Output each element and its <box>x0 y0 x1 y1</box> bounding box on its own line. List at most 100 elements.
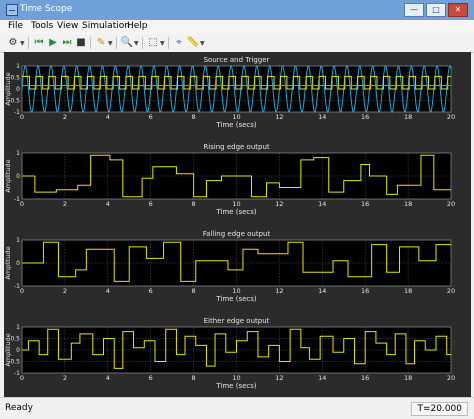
x-tick-label: 6 <box>149 113 153 121</box>
minimize-button[interactable]: — <box>404 3 424 17</box>
measure-icon[interactable]: 📏 <box>186 36 200 50</box>
menu-bar: File Tools View Simulation Help <box>0 20 474 34</box>
x-tick-label: 8 <box>192 200 196 208</box>
x-tick-label: 20 <box>447 374 455 382</box>
toolbar-separator <box>90 37 91 49</box>
x-tick-label: 6 <box>149 287 153 295</box>
x-tick-label: 0 <box>20 200 24 208</box>
close-button[interactable]: ✕ <box>448 3 468 17</box>
rewind-icon[interactable]: ⏮ <box>32 36 46 50</box>
menu-simulation[interactable]: Simulation <box>82 21 130 31</box>
menu-file[interactable]: File <box>8 21 23 31</box>
y-tick-label: 1 <box>16 237 20 244</box>
menu-view[interactable]: View <box>57 21 78 31</box>
x-tick-label: 6 <box>149 200 153 208</box>
y-tick-label: 0 <box>16 260 20 267</box>
scope-app-icon <box>6 4 18 16</box>
window-controls: — □ ✕ <box>404 3 468 17</box>
x-tick-label: 12 <box>275 200 283 208</box>
step-forward-icon[interactable]: ⏭ <box>60 36 74 50</box>
x-tick-label: 12 <box>275 287 283 295</box>
x-tick-label: 20 <box>447 200 455 208</box>
x-tick-label: 18 <box>404 287 412 295</box>
y-tick-label: 1 <box>16 150 20 157</box>
y-tick-label: 1 <box>16 324 20 331</box>
highlight-icon[interactable]: ✎ <box>94 36 108 50</box>
scope-display: Source and Trigger 0 2 4 6 8 10 12 14 16 18 20 -1 -0.… <box>4 52 471 397</box>
chevron-down-icon[interactable]: ▼ <box>108 40 113 47</box>
x-tick-label: 20 <box>447 113 455 121</box>
x-tick-label: 14 <box>318 287 326 295</box>
x-tick-label: 10 <box>232 113 240 121</box>
y-tick-label: 1 <box>16 63 20 70</box>
x-tick-label: 2 <box>63 113 67 121</box>
x-tick-label: 0 <box>20 113 24 121</box>
x-tick-label: 16 <box>361 374 369 382</box>
plot-title: Falling edge output <box>203 230 271 238</box>
menu-help[interactable]: Help <box>127 21 148 31</box>
x-tick-label: 16 <box>361 287 369 295</box>
x-tick-label: 2 <box>63 287 67 295</box>
x-tick-label: 0 <box>20 287 24 295</box>
x-tick-label: 0 <box>20 374 24 382</box>
chevron-down-icon[interactable]: ▼ <box>200 40 205 47</box>
x-tick-label: 14 <box>318 200 326 208</box>
x-tick-label: 16 <box>361 200 369 208</box>
plot-title: Source and Trigger <box>204 56 270 64</box>
toolbar-separator <box>116 37 117 49</box>
x-tick-label: 4 <box>106 113 110 121</box>
x-tick-label: 10 <box>232 374 240 382</box>
chevron-down-icon[interactable]: ▼ <box>160 40 165 47</box>
x-tick-label: 10 <box>232 200 240 208</box>
toolbar: ⚙ ▼ ⏮ ▶ ⏭ ■ ✎ ▼ 🔍 ▼ ⬚ ▼ ⌖ 📏 ▼ <box>0 34 474 53</box>
x-tick-label: 18 <box>404 200 412 208</box>
y-tick-label: 0 <box>16 347 20 354</box>
plot-title: Either edge output <box>204 317 270 325</box>
x-axis-label: Time (secs) <box>215 295 257 303</box>
x-tick-label: 14 <box>318 374 326 382</box>
x-tick-label: 18 <box>404 374 412 382</box>
chevron-down-icon[interactable]: ▼ <box>134 40 139 47</box>
x-tick-label: 20 <box>447 287 455 295</box>
x-tick-label: 4 <box>106 287 110 295</box>
y-tick-label: 0 <box>16 173 20 180</box>
y-tick-label: 0 <box>16 86 20 93</box>
x-tick-label: 16 <box>361 113 369 121</box>
y-axis-label: Amplitude <box>4 72 12 105</box>
maximize-button[interactable]: □ <box>426 3 446 17</box>
toolbar-separator <box>28 37 29 49</box>
y-axis-label: Amplitude <box>4 159 12 192</box>
chevron-down-icon[interactable]: ▼ <box>20 40 25 47</box>
menu-tools[interactable]: Tools <box>31 21 53 31</box>
simulation-time: T=20.000 <box>411 402 468 416</box>
x-tick-label: 6 <box>149 374 153 382</box>
x-tick-label: 4 <box>106 200 110 208</box>
x-tick-label: 8 <box>192 113 196 121</box>
scale-axes-icon[interactable]: ⬚ <box>146 36 160 50</box>
x-axis-label: Time (secs) <box>215 208 257 216</box>
x-tick-label: 8 <box>192 287 196 295</box>
x-tick-label: 2 <box>63 200 67 208</box>
x-tick-label: 8 <box>192 374 196 382</box>
stop-icon[interactable]: ■ <box>74 36 88 50</box>
plot-title: Rising edge output <box>203 143 270 151</box>
y-tick-label: -1 <box>14 283 20 290</box>
status-text: Ready <box>5 403 33 413</box>
toolbar-separator <box>142 37 143 49</box>
x-tick-label: 14 <box>318 113 326 121</box>
y-tick-label: -1 <box>14 196 20 203</box>
x-axis-label: Time (secs) <box>215 382 257 390</box>
x-tick-label: 18 <box>404 113 412 121</box>
x-tick-label: 12 <box>275 113 283 121</box>
x-axis-label: Time (secs) <box>215 121 257 129</box>
run-icon[interactable]: ▶ <box>46 36 60 50</box>
x-tick-label: 2 <box>63 374 67 382</box>
y-tick-label: -1 <box>14 109 20 116</box>
y-axis-label: Amplitude <box>4 333 12 366</box>
scope-plots[interactable]: Source and Trigger0 2 4 6 8 10 12 14 16 18 20-1-0.… <box>4 52 471 397</box>
gear-icon[interactable]: ⚙ <box>6 36 20 50</box>
window-title: Time Scope <box>20 4 73 14</box>
status-bar: Ready T=20.000 <box>0 397 474 419</box>
cursor-icon[interactable]: ⌖ <box>172 36 186 50</box>
zoom-icon[interactable]: 🔍 <box>120 36 134 50</box>
